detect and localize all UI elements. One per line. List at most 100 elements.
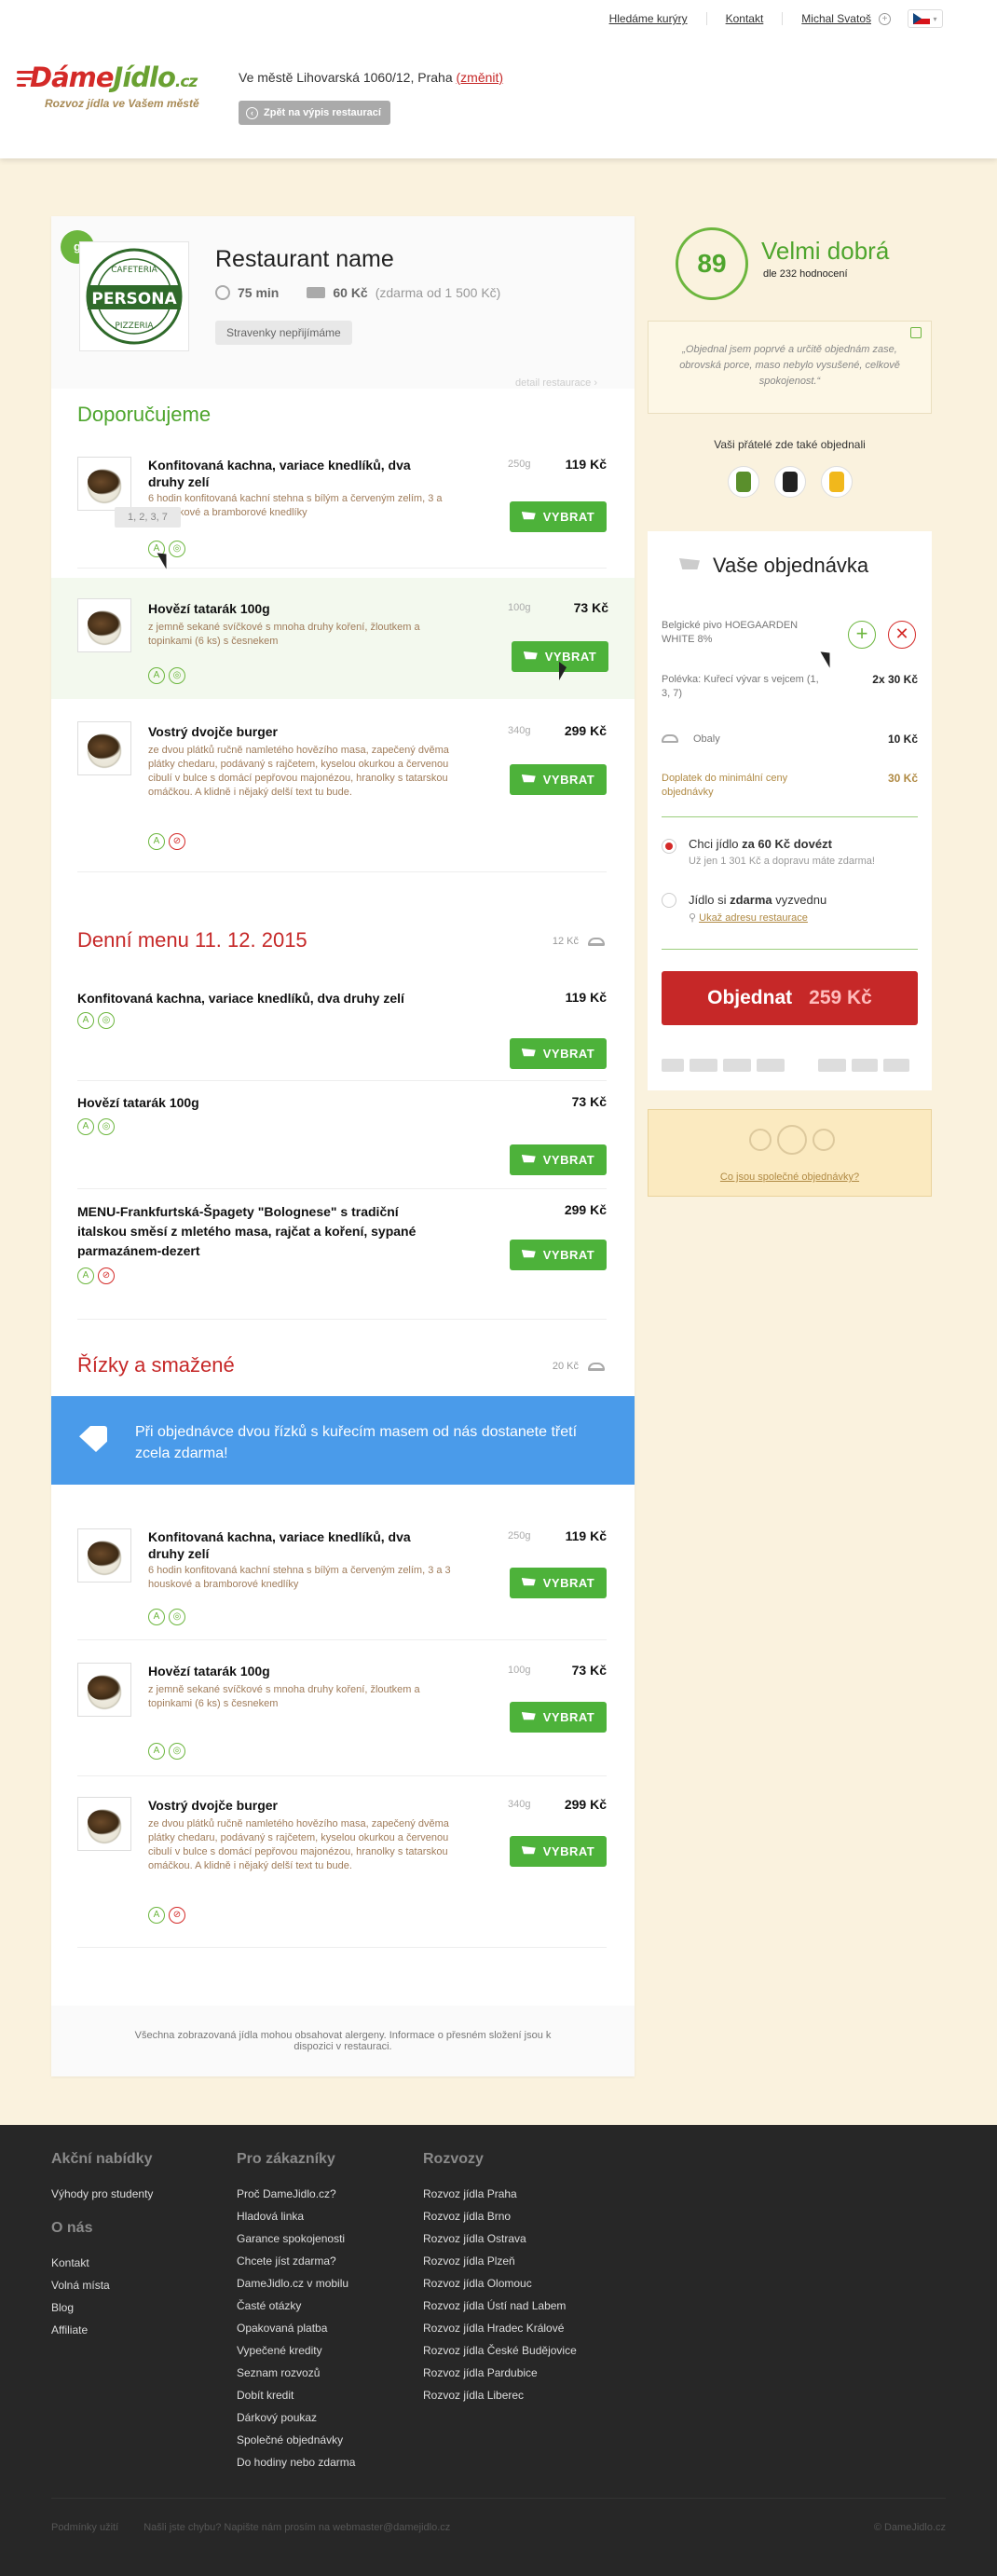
footer-link[interactable]: Hladová linka (237, 2205, 355, 2227)
food-image[interactable] (77, 457, 131, 511)
order-submit-button[interactable]: Objednat 259 Kč (662, 971, 918, 1025)
allergen-icon[interactable]: A (148, 1907, 165, 1924)
avatar[interactable] (773, 466, 806, 498)
footer-link[interactable]: Rozvoz jídla Liberec (423, 2384, 577, 2406)
select-label: VYBRAT (542, 1710, 595, 1724)
food-image[interactable] (77, 1797, 131, 1851)
vegetarian-icon[interactable]: ◎ (169, 1743, 185, 1760)
select-item-button[interactable]: VYBRAT (510, 1568, 607, 1598)
footer-link[interactable]: Rozvoz jídla Ústí nad Labem (423, 2295, 577, 2317)
footer-link[interactable]: Dobít kredit (237, 2384, 355, 2406)
logo-bottom-text: PIZZERIA (115, 322, 154, 331)
pickup-radio[interactable] (662, 893, 676, 908)
footer-link[interactable]: Affiliate (51, 2319, 153, 2341)
restaurant-name: Restaurant name (215, 246, 394, 272)
link-kontakt[interactable]: Kontakt (707, 12, 784, 25)
back-to-list-button[interactable]: ‹ Zpět na výpis restaurací (239, 101, 390, 125)
footer-link[interactable]: Rozvoz jídla Brno (423, 2205, 577, 2227)
link-user-account[interactable]: Michal Svatoš (783, 12, 890, 25)
footer-link[interactable]: Blog (51, 2296, 153, 2319)
footer-link[interactable]: Rozvoz jídla Hradec Králové (423, 2317, 577, 2339)
footer-link[interactable]: Kontakt (51, 2252, 153, 2274)
shared-orders-link[interactable]: Co jsou společné objednávky? (720, 1172, 859, 1183)
change-address-link[interactable]: (změnit) (457, 70, 504, 85)
avatar[interactable] (727, 466, 759, 498)
avatar[interactable] (820, 466, 853, 498)
allergen-icon[interactable]: A (148, 667, 165, 684)
food-image[interactable] (77, 1528, 131, 1583)
cart-icon (679, 558, 700, 569)
restaurant-detail-link[interactable]: detail restaurace › (515, 377, 597, 389)
allergen-icon[interactable]: A (148, 833, 165, 850)
not-vegetarian-icon[interactable]: ⊘ (169, 1907, 185, 1924)
select-item-button[interactable]: VYBRAT (510, 764, 607, 795)
food-image[interactable] (77, 1663, 131, 1717)
delivery-label-a: Chci jídlo (689, 837, 739, 851)
vegetarian-icon[interactable]: ◎ (169, 541, 185, 557)
restaurant-header: g PERSONA CAFETERIA PIZZERIA Restaurant … (51, 216, 635, 389)
not-vegetarian-icon[interactable]: ⊘ (98, 1267, 115, 1284)
vegetarian-icon[interactable]: ◎ (98, 1118, 115, 1135)
footer-heading: Pro zákazníky (237, 2151, 335, 2167)
select-item-button[interactable]: VYBRAT (510, 1038, 607, 1069)
footer-link[interactable]: Dárkový poukaz (237, 2406, 355, 2429)
item-price: 73 Kč (571, 1663, 607, 1678)
select-item-button[interactable]: VYBRAT (510, 1702, 607, 1733)
cart-icon (521, 774, 536, 783)
footer-link[interactable]: Rozvoz jídla České Budějovice (423, 2339, 577, 2362)
report-error-text[interactable]: Našli jste chybu? Napište nám prosím na … (143, 2522, 450, 2533)
allergen-icon[interactable]: A (77, 1118, 94, 1135)
footer-link[interactable]: Výhody pro studenty (51, 2183, 153, 2205)
order-title: Vaše objednávka (679, 554, 868, 578)
allergen-icon[interactable]: A (148, 1609, 165, 1625)
footer-link[interactable]: Rozvoz jídla Ostrava (423, 2227, 577, 2250)
footer-link[interactable]: Rozvoz jídla Plzeň (423, 2250, 577, 2272)
not-vegetarian-icon[interactable]: ⊘ (169, 833, 185, 850)
item-price: 73 Kč (573, 600, 608, 615)
footer-link[interactable]: DameJidlo.cz v mobilu (237, 2272, 355, 2295)
footer-link[interactable]: Seznam rozvozů (237, 2362, 355, 2384)
footer-link[interactable]: Proč DameJidlo.cz? (237, 2183, 355, 2205)
footer-link[interactable]: Vypečené kredity (237, 2339, 355, 2362)
allergen-icons: A ◎ (77, 1012, 115, 1029)
menu-item: Hovězí tatarák 100g z jemně sekané svíčk… (51, 578, 635, 699)
footer-link[interactable]: Rozvoz jídla Praha (423, 2183, 577, 2205)
allergen-icon[interactable]: A (148, 1743, 165, 1760)
select-item-button[interactable]: VYBRAT (510, 1144, 607, 1175)
food-image[interactable] (77, 721, 131, 775)
allergen-tooltip: 1, 2, 3, 7 (115, 507, 181, 528)
footer-link[interactable]: Chcete jíst zdarma? (237, 2250, 355, 2272)
add-item-button[interactable]: + (848, 621, 876, 649)
user-plus-icon[interactable]: + (879, 12, 891, 25)
vegetarian-icon[interactable]: ◎ (169, 667, 185, 684)
logo-text-a: Dáme (30, 62, 115, 93)
allergen-icon[interactable]: A (77, 1012, 94, 1029)
terms-link[interactable]: Podmínky užití (51, 2522, 118, 2533)
select-item-button[interactable]: VYBRAT (510, 501, 607, 532)
remove-item-button[interactable]: ✕ (888, 621, 916, 649)
item-name: Konfitovaná kachna, variace knedlíků, dv… (77, 991, 404, 1006)
logo[interactable]: DámeJídlo.cz Rozvoz jídla ve Vašem městě (17, 62, 214, 117)
show-address-link[interactable]: Ukaž adresu restaurace (699, 912, 808, 924)
allergen-icon[interactable]: A (77, 1267, 94, 1284)
footer-link[interactable]: Garance spokojenosti (237, 2227, 355, 2250)
mastercard-icon (852, 1059, 878, 1072)
language-select[interactable]: ▾ (908, 9, 943, 28)
footer-link[interactable]: Do hodiny nebo zdarma (237, 2451, 355, 2473)
pickup-label-c: vyzvednu (775, 893, 827, 907)
vegetarian-icon[interactable]: ◎ (169, 1609, 185, 1625)
footer-link[interactable]: Společné objednávky (237, 2429, 355, 2451)
footer-link[interactable]: Rozvoz jídla Pardubice (423, 2362, 577, 2384)
footer-link[interactable]: Rozvoz jídla Olomouc (423, 2272, 577, 2295)
footer-link[interactable]: Časté otázky (237, 2295, 355, 2317)
food-image[interactable] (77, 598, 131, 652)
delivery-address: Ve městě Lihovarská 1060/12, Praha (změn… (239, 70, 503, 85)
select-item-button[interactable]: VYBRAT (510, 1240, 607, 1270)
cart-icon (521, 1712, 536, 1720)
select-item-button[interactable]: VYBRAT (510, 1836, 607, 1867)
vegetarian-icon[interactable]: ◎ (98, 1012, 115, 1029)
link-hledame-kuryry[interactable]: Hledáme kurýry (591, 12, 707, 25)
footer-link[interactable]: Volná místa (51, 2274, 153, 2296)
footer-link[interactable]: Opakovaná platba (237, 2317, 355, 2339)
delivery-radio[interactable] (662, 839, 676, 854)
